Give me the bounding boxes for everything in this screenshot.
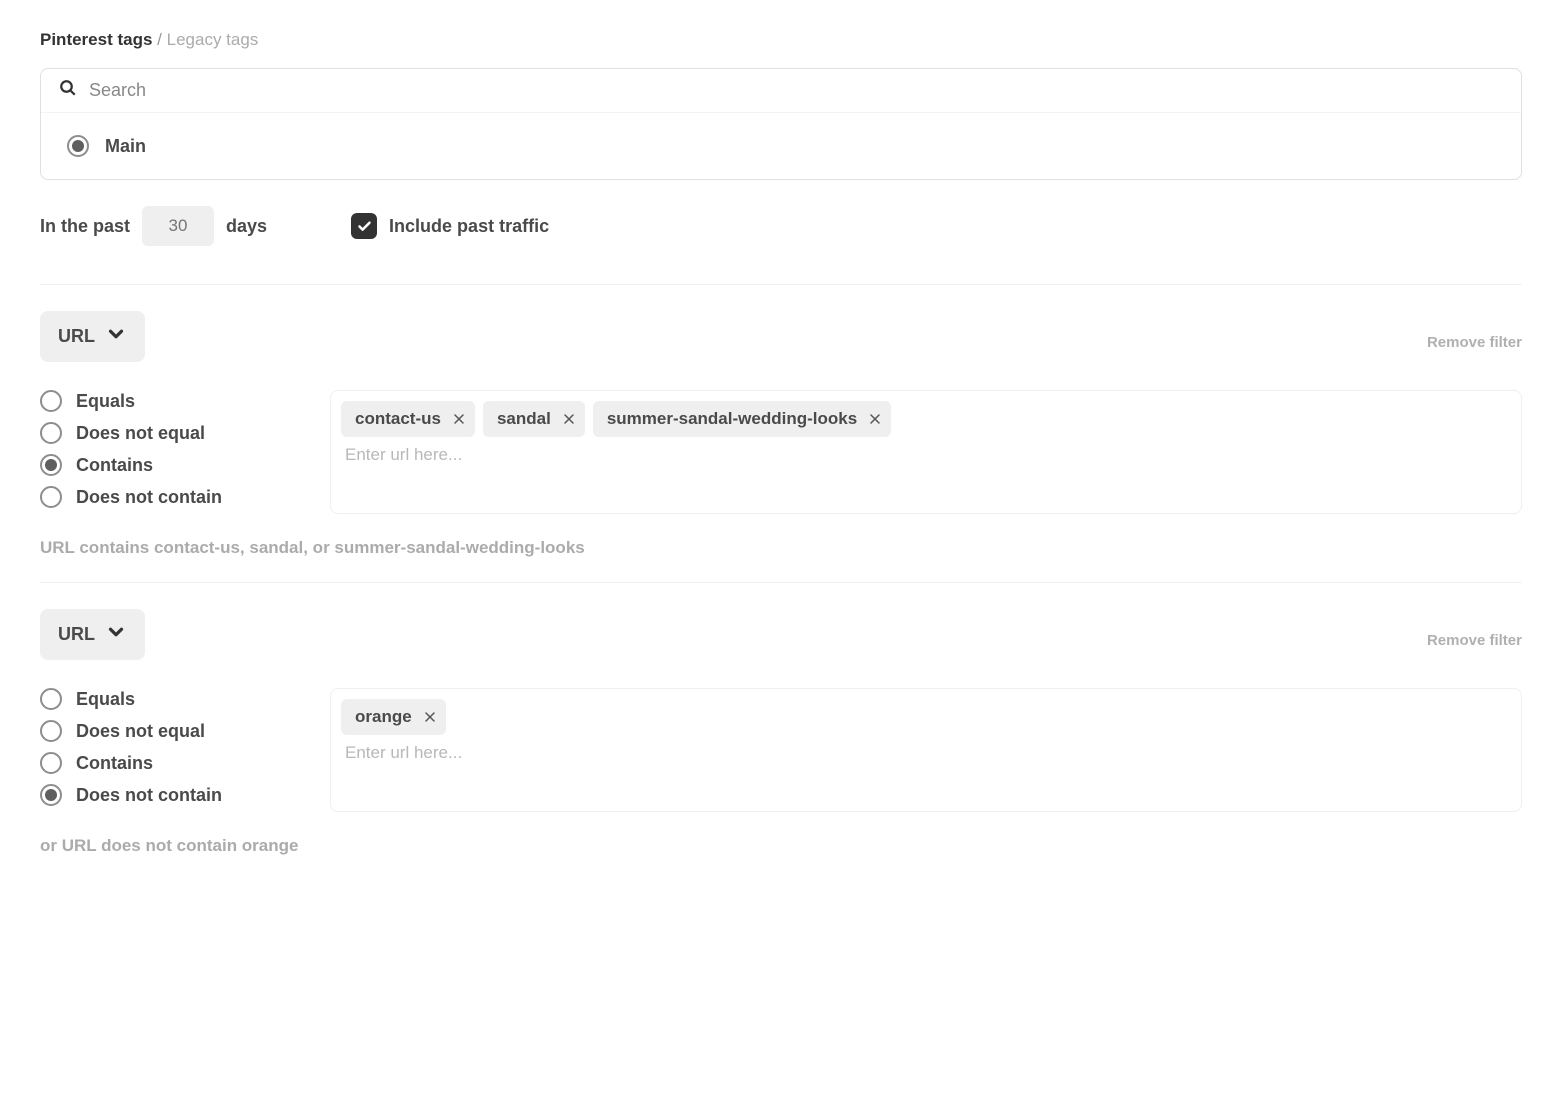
operator-label: Does not equal (76, 423, 205, 444)
operator-option[interactable]: Does not contain (40, 486, 300, 508)
chip-container: contact-us sandal summer-sandal-wedding-lo… (341, 401, 1511, 437)
filter-summary: URL contains contact-us, sandal, or summ… (40, 538, 1522, 558)
tag-label: Main (105, 136, 146, 157)
operator-option[interactable]: Does not equal (40, 422, 300, 444)
close-icon[interactable] (424, 711, 436, 723)
past-row: In the past days Include past traffic (40, 206, 1522, 246)
days-input[interactable] (142, 206, 214, 246)
filter-type-select[interactable]: URL (40, 311, 145, 362)
close-icon[interactable] (869, 413, 881, 425)
radio-operator[interactable] (40, 390, 62, 412)
url-chip: sandal (483, 401, 585, 437)
include-past-label: Include past traffic (389, 216, 549, 237)
filter-body: Equals Does not equal Contains Does not con… (40, 390, 1522, 514)
operator-option[interactable]: Contains (40, 752, 300, 774)
close-icon[interactable] (563, 413, 575, 425)
filter-body: Equals Does not equal Contains Does not con… (40, 688, 1522, 812)
divider (40, 582, 1522, 583)
url-value-box[interactable]: contact-us sandal summer-sandal-wedding-lo… (330, 390, 1522, 514)
operator-label: Does not contain (76, 785, 222, 806)
operator-option[interactable]: Contains (40, 454, 300, 476)
past-prefix: In the past (40, 216, 130, 237)
chip-text: sandal (497, 409, 551, 429)
filter-head: URL Remove filter (40, 609, 1522, 660)
operator-label: Equals (76, 391, 135, 412)
breadcrumb-current: Legacy tags (167, 30, 259, 49)
operator-list: Equals Does not equal Contains Does not con… (40, 390, 300, 514)
tag-row-main[interactable]: Main (41, 113, 1521, 179)
radio-operator[interactable] (40, 422, 62, 444)
filter-block: URL Remove filter Equals Does not equal Cont… (40, 311, 1522, 558)
radio-main[interactable] (67, 135, 89, 157)
breadcrumb: Pinterest tags / Legacy tags (40, 30, 1522, 50)
chevron-down-icon (105, 323, 127, 350)
filter-summary: or URL does not contain orange (40, 836, 1522, 856)
search-icon (59, 79, 89, 102)
chip-text: contact-us (355, 409, 441, 429)
breadcrumb-sep: / (157, 30, 166, 49)
include-past-checkbox[interactable] (351, 213, 377, 239)
chip-text: summer-sandal-wedding-looks (607, 409, 857, 429)
filter-type-select[interactable]: URL (40, 609, 145, 660)
radio-operator[interactable] (40, 720, 62, 742)
operator-option[interactable]: Equals (40, 390, 300, 412)
radio-operator[interactable] (40, 486, 62, 508)
radio-operator[interactable] (40, 752, 62, 774)
divider (40, 284, 1522, 285)
url-chip: orange (341, 699, 446, 735)
filter-head: URL Remove filter (40, 311, 1522, 362)
operator-option[interactable]: Equals (40, 688, 300, 710)
url-value-box[interactable]: orange (330, 688, 1522, 812)
operator-label: Equals (76, 689, 135, 710)
url-chip: contact-us (341, 401, 475, 437)
chip-text: orange (355, 707, 412, 727)
tag-selection-box: Main (40, 68, 1522, 180)
filter-type-label: URL (58, 326, 95, 347)
search-input[interactable] (89, 80, 1503, 101)
operator-option[interactable]: Does not equal (40, 720, 300, 742)
breadcrumb-root[interactable]: Pinterest tags (40, 30, 152, 49)
url-input[interactable] (341, 437, 1511, 473)
radio-operator[interactable] (40, 784, 62, 806)
past-suffix: days (226, 216, 267, 237)
radio-operator[interactable] (40, 454, 62, 476)
operator-list: Equals Does not equal Contains Does not con… (40, 688, 300, 812)
remove-filter-link[interactable]: Remove filter (1427, 632, 1522, 649)
operator-label: Contains (76, 753, 153, 774)
url-input[interactable] (341, 735, 1511, 771)
chip-container: orange (341, 699, 1511, 735)
filter-block: URL Remove filter Equals Does not equal Cont… (40, 609, 1522, 856)
search-row[interactable] (41, 69, 1521, 113)
operator-label: Does not equal (76, 721, 205, 742)
operator-label: Contains (76, 455, 153, 476)
remove-filter-link[interactable]: Remove filter (1427, 334, 1522, 351)
close-icon[interactable] (453, 413, 465, 425)
operator-option[interactable]: Does not contain (40, 784, 300, 806)
filter-type-label: URL (58, 624, 95, 645)
operator-label: Does not contain (76, 487, 222, 508)
chevron-down-icon (105, 621, 127, 648)
radio-operator[interactable] (40, 688, 62, 710)
url-chip: summer-sandal-wedding-looks (593, 401, 891, 437)
